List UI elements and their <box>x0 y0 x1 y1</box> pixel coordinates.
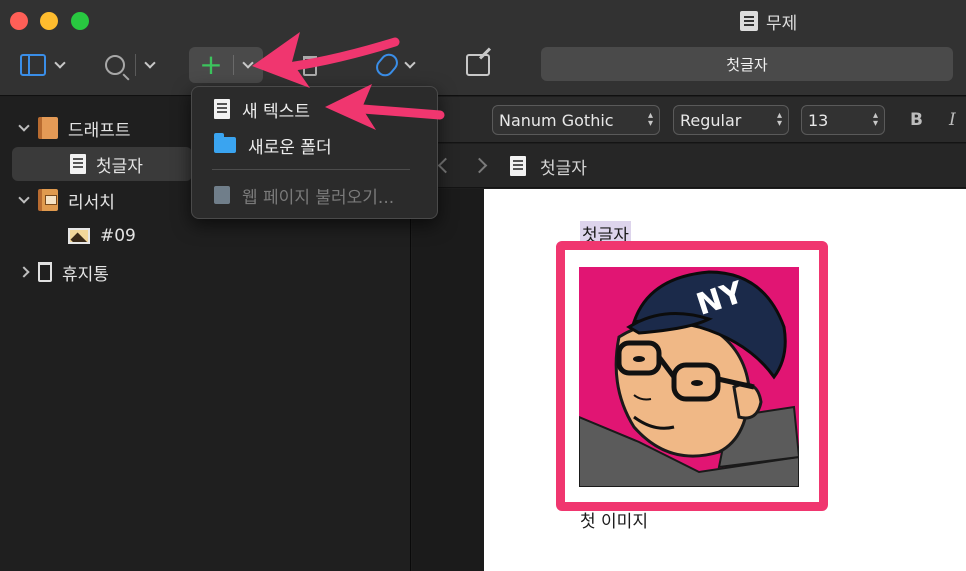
compose-button[interactable] <box>466 48 490 82</box>
menu-item-new-text[interactable]: 새 텍스트 <box>214 95 310 123</box>
menu-item-new-folder[interactable]: 새로운 폴더 <box>214 131 332 159</box>
updown-chevron-icon: ▴ ▾ <box>647 110 653 129</box>
move-to-trash-icon[interactable] <box>303 56 317 76</box>
chevron-down-icon <box>54 56 66 69</box>
toolbar-divider <box>135 54 136 76</box>
forward-arrow-icon[interactable] <box>471 157 488 174</box>
compose-icon <box>466 54 490 76</box>
paperclip-icon <box>372 50 402 80</box>
updown-chevron-icon: ▴ ▾ <box>872 110 878 129</box>
binder-item-label: 리서치 <box>68 192 115 213</box>
chevron-down-icon <box>404 56 416 69</box>
text-document-icon <box>214 99 230 119</box>
disclosure-open-icon[interactable] <box>18 120 30 132</box>
font-weight-popup[interactable]: Regular ▴ ▾ <box>673 105 789 135</box>
zoom-window-button[interactable] <box>71 12 89 30</box>
menu-item-label: 웹 페이지 불러오기... <box>242 187 395 208</box>
trash-icon <box>38 262 52 282</box>
format-bar: lia Nanum Gothic ▴▾ Regular ▴▾ 13 ▴▾ B I <box>412 97 966 143</box>
menu-item-label: 새 텍스트 <box>242 101 310 122</box>
search-button[interactable] <box>105 48 156 82</box>
disclosure-closed-icon[interactable] <box>18 266 30 278</box>
embedded-image[interactable]: NY <box>579 267 799 487</box>
chevron-down-icon <box>144 56 156 69</box>
binder-item-research[interactable]: 리서치 <box>18 183 115 217</box>
document-title-label: 첫글자 <box>726 55 768 74</box>
back-arrow-icon[interactable] <box>437 157 454 174</box>
web-page-icon <box>214 186 230 204</box>
app-window: 무제 + 첫글자 드래프트 첫글자 리서치 #09 휴지통 Nanum Goth… <box>0 0 966 571</box>
cartoon-portrait-illustration: NY <box>579 267 799 487</box>
menu-divider <box>212 169 410 170</box>
research-book-icon <box>38 189 58 211</box>
updown-chevron-icon: ▴ ▾ <box>776 110 782 129</box>
view-sidebar-button[interactable] <box>20 48 66 82</box>
binder-item-label: 휴지통 <box>62 264 109 285</box>
binder-item-draft[interactable]: 드래프트 <box>18 111 131 145</box>
image-highlight-frame: NY <box>556 241 828 511</box>
add-item-menu: 새 텍스트 새로운 폴더 웹 페이지 불러오기... <box>191 86 438 219</box>
sidebar-toggle-icon <box>20 54 46 76</box>
binder-item-label: 드래프트 <box>68 120 131 141</box>
attachment-button[interactable] <box>372 48 416 82</box>
window-title-text: 무제 <box>766 13 798 34</box>
font-size-popup[interactable]: 13 ▴ ▾ <box>801 105 885 135</box>
editor-gutter <box>412 189 484 571</box>
navigation-path-bar: 첫글자 <box>412 144 966 188</box>
italic-button[interactable]: I <box>949 110 956 130</box>
font-family-popup[interactable]: Nanum Gothic ▴ ▾ <box>492 105 660 135</box>
text-document-icon <box>510 156 526 176</box>
folder-icon <box>214 133 236 153</box>
bold-button[interactable]: B <box>910 110 923 130</box>
minimize-window-button[interactable] <box>40 12 58 30</box>
project-document-icon <box>740 11 758 31</box>
toolbar: 무제 + 첫글자 <box>0 0 966 96</box>
window-title: 무제 <box>740 9 798 34</box>
path-current-document[interactable]: 첫글자 <box>540 154 587 179</box>
text-editor[interactable]: 첫글자 첫 이미지 NY <box>484 189 966 571</box>
font-size-value: 13 <box>808 110 829 130</box>
add-button-group[interactable]: + <box>189 47 263 83</box>
binder-item-first-text[interactable]: 첫글자 <box>70 147 143 181</box>
binder-item-trash[interactable]: 휴지통 <box>18 255 109 289</box>
text-document-icon <box>70 154 86 174</box>
close-window-button[interactable] <box>10 12 28 30</box>
chevron-down-icon <box>242 56 254 69</box>
binder-item-label: #09 <box>100 226 136 246</box>
add-plus-icon[interactable]: + <box>189 47 233 83</box>
disclosure-open-icon[interactable] <box>18 192 30 204</box>
document-title-field[interactable]: 첫글자 <box>541 47 953 81</box>
font-family-value: Nanum Gothic <box>499 110 614 130</box>
image-icon <box>68 228 90 244</box>
binder-item-image-09[interactable]: #09 <box>68 219 136 253</box>
draft-book-icon <box>38 117 58 139</box>
add-menu-toggle[interactable] <box>234 56 262 69</box>
binder-item-label: 첫글자 <box>96 156 143 177</box>
menu-item-import-web-page: 웹 페이지 불러오기... <box>214 181 394 209</box>
menu-item-label: 새로운 폴더 <box>248 137 332 158</box>
font-weight-value: Regular <box>680 110 742 130</box>
search-icon <box>105 55 125 75</box>
